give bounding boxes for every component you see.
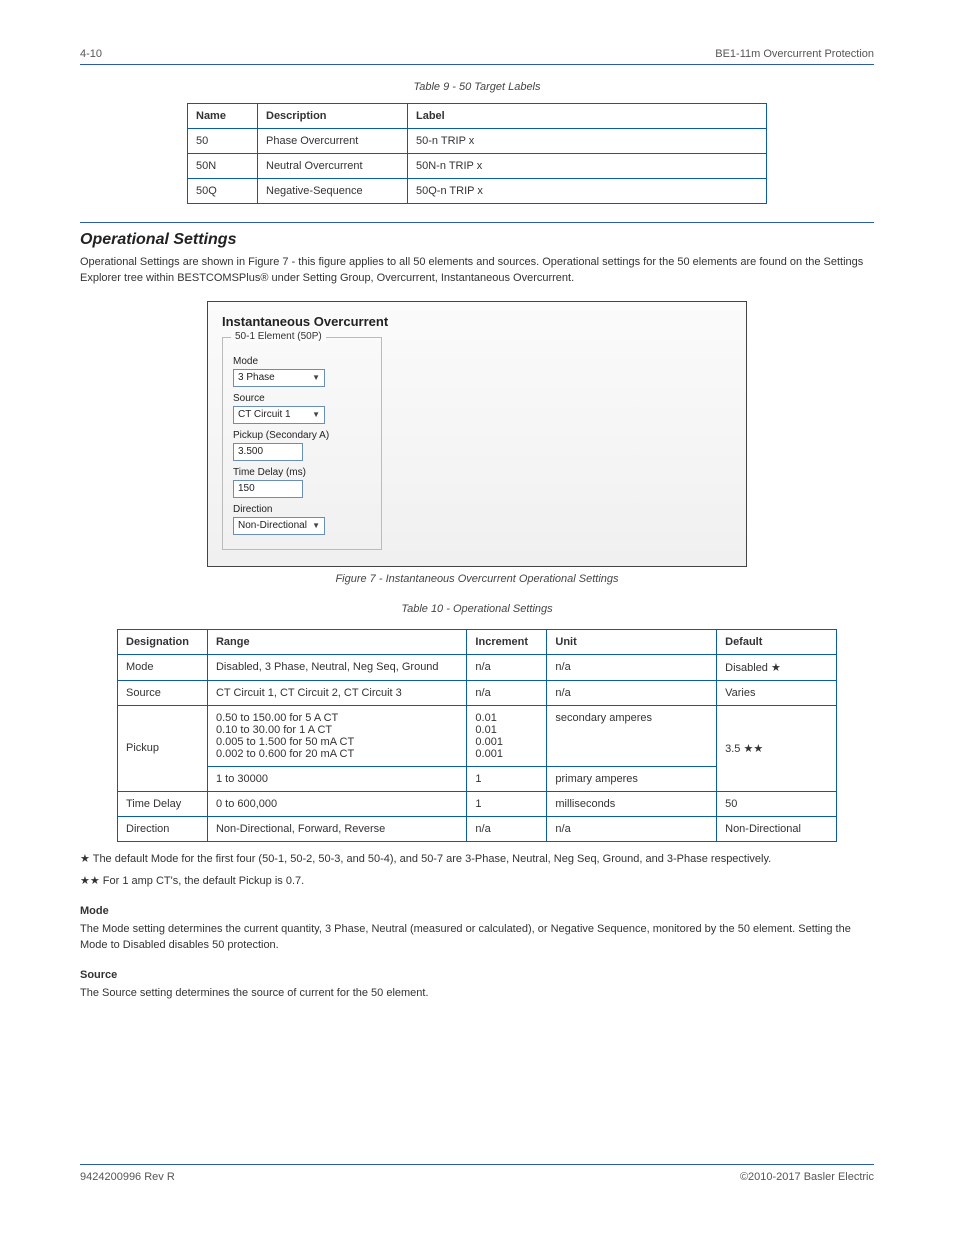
pickup-label: Pickup (Secondary A) [233,430,371,441]
table9-h2: Description [258,104,408,129]
mode-text: The Mode setting determines the current … [80,922,874,954]
section-rule [80,222,874,223]
chevron-down-icon: ▼ [312,521,320,530]
source-label: Source [233,393,371,404]
source-text: The Source setting determines the source… [80,986,874,1002]
header-right: BE1-11m Overcurrent Protection [715,48,874,60]
table9-caption: Table 9 - 50 Target Labels [80,81,874,93]
figure-caption: Figure 7 - Instantaneous Overcurrent Ope… [80,573,874,585]
source-select[interactable]: CT Circuit 1 ▼ [233,406,325,424]
table9-h3: Label [408,104,767,129]
direction-select[interactable]: Non-Directional ▼ [233,517,325,535]
mode-select[interactable]: 3 Phase ▼ [233,369,325,387]
header-rule [80,64,874,65]
section-paragraph: Operational Settings are shown in Figure… [80,255,874,287]
table-row: 50 Phase Overcurrent 50-n TRIP x [188,129,767,154]
mode-label: Mode [233,356,371,367]
mode-heading: Mode [80,904,874,920]
element-fieldset: 50-1 Element (50P) Mode 3 Phase ▼ Source… [222,337,382,550]
page-number: 4-10 [80,48,102,60]
footnote-2: ★★ For 1 amp CT's, the default Pickup is… [80,874,874,890]
settings-panel: Instantaneous Overcurrent 50-1 Element (… [207,301,747,567]
table10: Designation Range Increment Unit Default… [117,629,837,842]
delay-input[interactable]: 150 [233,480,303,498]
table-row: Source CT Circuit 1, CT Circuit 2, CT Ci… [118,680,837,705]
footer-left: 9424200996 Rev R [80,1171,175,1183]
delay-label: Time Delay (ms) [233,467,371,478]
table-row: Time Delay 0 to 600,000 1 milliseconds 5… [118,791,837,816]
source-heading: Source [80,968,874,984]
direction-label: Direction [233,504,371,515]
table-row: Mode Disabled, 3 Phase, Neutral, Neg Seq… [118,654,837,680]
footer-rule [80,1164,874,1165]
table-row: Direction Non-Directional, Forward, Reve… [118,816,837,841]
table-row: 50Q Negative-Sequence 50Q-n TRIP x [188,179,767,204]
pickup-input[interactable]: 3.500 [233,443,303,461]
table-row: Pickup 0.50 to 150.00 for 5 A CT 0.10 to… [118,705,837,766]
footnote-1: ★ The default Mode for the first four (5… [80,852,874,868]
table9: Name Description Label 50 Phase Overcurr… [187,103,767,204]
chevron-down-icon: ▼ [312,410,320,419]
table10-caption: Table 10 - Operational Settings [80,603,874,615]
table9-h1: Name [188,104,258,129]
fieldset-legend: 50-1 Element (50P) [231,331,326,342]
chevron-down-icon: ▼ [312,373,320,382]
table-row: 50N Neutral Overcurrent 50N-n TRIP x [188,154,767,179]
panel-title: Instantaneous Overcurrent [222,314,732,329]
section-heading: Operational Settings [80,231,874,249]
footer-right: ©2010-2017 Basler Electric [740,1171,874,1183]
